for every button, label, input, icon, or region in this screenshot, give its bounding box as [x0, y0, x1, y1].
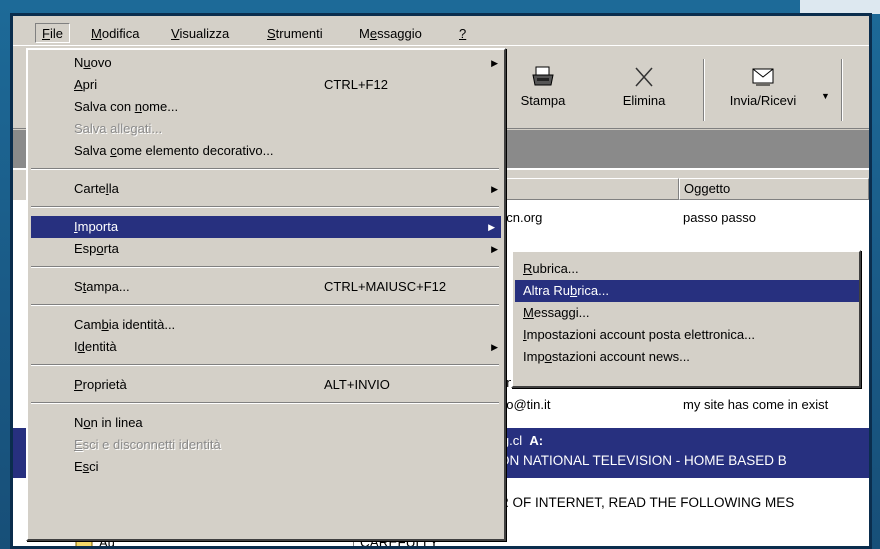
menu-item-importa[interactable]: Importa ▶ — [31, 216, 501, 238]
delete-x-icon — [631, 65, 657, 89]
send-receive-dropdown-arrow[interactable]: ▼ — [821, 91, 830, 101]
column-header-from[interactable] — [493, 178, 679, 200]
message-row-from[interactable]: ecn.org — [499, 207, 675, 229]
menu-item-salva-allegati: Salva allegati... — [74, 121, 163, 136]
send-receive-icon — [750, 65, 776, 89]
delete-button[interactable]: Elimina — [609, 65, 679, 108]
menu-item-nuovo[interactable]: Nuovo ▶ — [28, 52, 504, 74]
background-corner — [800, 0, 880, 14]
submenu-arrow-icon: ▶ — [491, 58, 498, 68]
menu-item-stampa[interactable]: Stampa... CTRL+MAIUSC+F12 — [28, 276, 504, 298]
menu-messaggio[interactable]: Messaggio — [353, 24, 428, 44]
menu-item-proprieta[interactable]: Proprietà ALT+INVIO — [28, 374, 504, 396]
preview-subject: ON NATIONAL TELEVISION - HOME BASED B — [499, 453, 787, 468]
menu-visualizza[interactable]: Visualizza — [165, 24, 235, 44]
menu-strumenti[interactable]: Strumenti — [261, 24, 329, 44]
preview-to-label: A: — [529, 433, 544, 448]
toolbar-separator — [841, 59, 843, 121]
menu-separator — [31, 402, 499, 404]
send-receive-button-label: Invia/Ricevi — [729, 93, 797, 108]
preview-body-text: R OF INTERNET, READ THE FOLLOWING MES — [499, 495, 795, 510]
menu-separator — [31, 266, 499, 268]
message-row-subject[interactable]: my site has come in exist — [683, 394, 869, 416]
submenu-item-messaggi[interactable]: Messaggi... — [515, 302, 859, 324]
submenu-arrow-icon: ▶ — [488, 222, 495, 232]
message-row-subject[interactable]: passo passo — [683, 207, 869, 229]
print-button[interactable]: Stampa — [503, 65, 583, 108]
send-receive-button[interactable]: Invia/Ricevi — [713, 65, 813, 108]
toolbar-separator — [703, 59, 705, 121]
preview-from-line: ig.cl A: — [499, 430, 799, 452]
submenu-arrow-icon: ▶ — [491, 184, 498, 194]
menu-help[interactable]: ? — [453, 24, 472, 44]
menu-item-esci[interactable]: Esci — [28, 456, 504, 478]
menu-item-esporta[interactable]: Esporta ▶ — [28, 238, 504, 260]
menu-item-cambia-identita[interactable]: Cambia identità... — [28, 314, 504, 336]
menu-item-identita[interactable]: Identità ▶ — [28, 336, 504, 358]
delete-button-label: Elimina — [622, 93, 666, 108]
shortcut-label: CTRL+F12 — [324, 77, 388, 92]
menu-modifica[interactable]: Modifica — [85, 24, 145, 44]
menu-file[interactable]: File — [35, 23, 70, 43]
menu-separator — [31, 168, 499, 170]
menu-file-label-rest: ile — [49, 26, 63, 41]
file-menu: Nuovo ▶ Apri CTRL+F12 Salva con nome... Sa… — [26, 48, 506, 541]
menu-separator — [31, 304, 499, 306]
import-submenu: Rubrica... Altra Rubrica... Messaggi... … — [511, 250, 861, 388]
outlook-express-window: File Modifica Visualizza Strumenti Messa… — [10, 13, 872, 549]
menu-separator — [31, 364, 499, 366]
menu-item-apri[interactable]: Apri CTRL+F12 — [28, 74, 504, 96]
menu-item-non-in-linea[interactable]: Non in linea — [28, 412, 504, 434]
menu-separator — [31, 206, 499, 208]
shortcut-label: ALT+INVIO — [324, 377, 390, 392]
column-header-subject[interactable]: Oggetto — [679, 178, 869, 200]
submenu-item-rubrica[interactable]: Rubrica... — [515, 258, 859, 280]
column-header-subject-label: Oggetto — [684, 181, 731, 196]
submenu-item-impostazioni-news[interactable]: Impostazioni account news... — [515, 346, 859, 368]
menu-item-salva-con-nome[interactable]: Salva con nome... — [28, 96, 504, 118]
menu-item-salva-come-elemento[interactable]: Salva come elemento decorativo... — [28, 140, 504, 162]
printer-icon — [530, 65, 556, 89]
submenu-item-impostazioni-posta[interactable]: Impostazioni account posta elettronica..… — [515, 324, 859, 346]
submenu-item-altra-rubrica[interactable]: Altra Rubrica... — [515, 280, 859, 302]
menu-item-cartella[interactable]: Cartella ▶ — [28, 178, 504, 200]
message-row-from[interactable]: no@tin.it — [499, 394, 675, 416]
menu-item-esci-disconnetti: Esci e disconnetti identità — [74, 437, 221, 452]
submenu-arrow-icon: ▶ — [491, 244, 498, 254]
submenu-arrow-icon: ▶ — [491, 342, 498, 352]
menu-bar: File Modifica Visualizza Strumenti Messa… — [13, 16, 869, 46]
print-button-label: Stampa — [520, 93, 566, 108]
shortcut-label: CTRL+MAIUSC+F12 — [324, 279, 447, 294]
